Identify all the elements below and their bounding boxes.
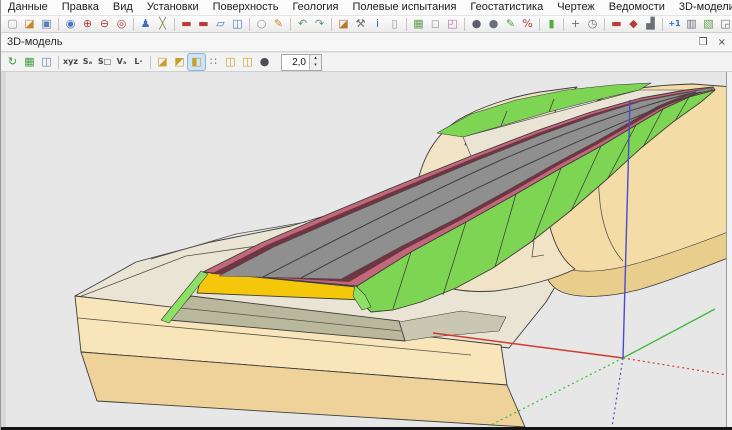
add-one-icon[interactable]: +1 [666, 16, 683, 32]
briefcase-icon[interactable]: ◪ [335, 16, 352, 32]
report-icon[interactable]: ▯ [386, 16, 403, 32]
refresh-model-icon[interactable]: ↻ [4, 54, 21, 70]
pencil-icon[interactable]: ✎ [270, 16, 287, 32]
menu-settings[interactable]: Установки [140, 0, 206, 15]
menu-drawing[interactable]: Чертеж [550, 0, 602, 15]
save-icon[interactable]: ▣ [38, 16, 55, 32]
undo-icon[interactable]: ↶ [294, 16, 311, 32]
slope-area-icon[interactable]: Sₐ [79, 54, 96, 70]
menu-geology[interactable]: Геология [285, 0, 345, 15]
screen-view-icon[interactable]: ◫ [229, 16, 246, 32]
zoom-out-icon[interactable]: ⊖ [96, 16, 113, 32]
menu-data[interactable]: Данные [1, 0, 55, 15]
window-icon[interactable]: ◻ [427, 16, 444, 32]
viewport-scrollbar[interactable] [726, 72, 732, 427]
profile-marks-icon[interactable]: ◆ [625, 16, 642, 32]
columns-icon[interactable]: ▥ [683, 16, 700, 32]
model-solid-icon[interactable]: ◪ [154, 54, 171, 70]
edit-surface-icon[interactable]: ✎ [502, 16, 519, 32]
3d-viewport[interactable] [1, 72, 732, 427]
menu-3d-models[interactable]: 3D-модели [672, 0, 732, 15]
find-icon[interactable]: ○ [253, 16, 270, 32]
surface-grid-icon[interactable]: ▦ [21, 54, 38, 70]
open-box-2-icon[interactable]: ◫ [239, 54, 256, 70]
xyz-point-icon[interactable]: xyz [62, 54, 79, 70]
model-shaded-icon[interactable]: ◩ [171, 54, 188, 70]
move-icon[interactable]: + [567, 16, 584, 32]
display-scale-value[interactable]: 2,0 [282, 55, 309, 70]
main-toolbar: ▢◪▣◉⊕⊖◎♟╳▬▬▱◫○✎↶↷◪⚒i▯▦◻◰●●✎%▮+◷▬◆▟+1▥▧◲◱… [1, 15, 732, 33]
menu-bar: ДанныеПравкаВидУстановкиПоверхностьГеоло… [1, 0, 732, 15]
spin-buttons: ▴ ▾ [309, 55, 321, 70]
redo-icon[interactable]: ↷ [311, 16, 328, 32]
surveyor-icon[interactable]: ♟ [137, 16, 154, 32]
application-window: ДанныеПравкаВидУстановкиПоверхностьГеоло… [0, 0, 732, 430]
menu-view[interactable]: Вид [106, 0, 140, 15]
menu-surface[interactable]: Поверхность [206, 0, 286, 15]
close-panel-button[interactable]: × [718, 37, 726, 48]
3d-toolbar: ↻▦◫xyzSₐS□VₐL·◪◩◧∷◫◫● 2,0 ▴ ▾ [1, 52, 732, 72]
texture-icon[interactable]: ▧ [700, 16, 717, 32]
fit-extents-icon[interactable]: ╳ [154, 16, 171, 32]
new-window-icon[interactable]: ◰ [444, 16, 461, 32]
new-document-icon[interactable]: ▢ [4, 16, 21, 32]
viewport-left-edge [1, 72, 6, 427]
section-marks-icon[interactable]: ∷ [205, 54, 222, 70]
view-plan-icon[interactable]: ▬ [178, 16, 195, 32]
view-profile-icon[interactable]: ▬ [195, 16, 212, 32]
zoom-window-icon[interactable]: ◎ [113, 16, 130, 32]
model-selected-icon[interactable]: ◧ [188, 54, 205, 70]
scale-decrement-button[interactable]: ▾ [310, 62, 321, 70]
info-icon[interactable]: i [369, 16, 386, 32]
open-box-icon[interactable]: ◫ [222, 54, 239, 70]
menu-reports[interactable]: Ведомости [602, 0, 672, 15]
display-scale-spinner[interactable]: 2,0 ▴ ▾ [281, 54, 322, 71]
zoom-in-icon[interactable]: ⊕ [79, 16, 96, 32]
export-icon[interactable]: ◲ [717, 16, 732, 32]
table-icon[interactable]: ▦ [410, 16, 427, 32]
database-icon[interactable]: ▱ [212, 16, 229, 32]
percent-icon[interactable]: % [519, 16, 536, 32]
legend-icon[interactable]: ▮ [543, 16, 560, 32]
menu-geostatistics[interactable]: Геостатистика [463, 0, 550, 15]
menu-edit[interactable]: Правка [55, 0, 106, 15]
open-folder-icon[interactable]: ◪ [21, 16, 38, 32]
panel-title: 3D-модель [7, 36, 689, 48]
histogram-icon[interactable]: ▟ [642, 16, 659, 32]
3d-toolbar-icons: ↻▦◫xyzSₐS□VₐL·◪◩◧∷◫◫● [4, 54, 273, 70]
zoom-pan-icon[interactable]: ◉ [62, 16, 79, 32]
plane-area-icon[interactable]: S□ [96, 54, 113, 70]
menu-field-tests[interactable]: Полевые испытания [345, 0, 463, 15]
panel-titlebar: 3D-модель ❐ × [1, 33, 732, 52]
3d-scene[interactable] [1, 72, 732, 427]
float-panel-button[interactable]: ❐ [699, 37, 708, 48]
screen-icon[interactable]: ◫ [38, 54, 55, 70]
sphere-flag-icon[interactable]: ● [485, 16, 502, 32]
volume-icon[interactable]: Vₐ [113, 54, 130, 70]
rotate-icon[interactable]: ◷ [584, 16, 601, 32]
material-sphere-icon[interactable]: ● [256, 54, 273, 70]
length-icon[interactable]: L· [130, 54, 147, 70]
tools-icon[interactable]: ⚒ [352, 16, 369, 32]
level-marks-icon[interactable]: ▬ [608, 16, 625, 32]
sphere-point-icon[interactable]: ● [468, 16, 485, 32]
scale-increment-button[interactable]: ▴ [310, 55, 321, 63]
